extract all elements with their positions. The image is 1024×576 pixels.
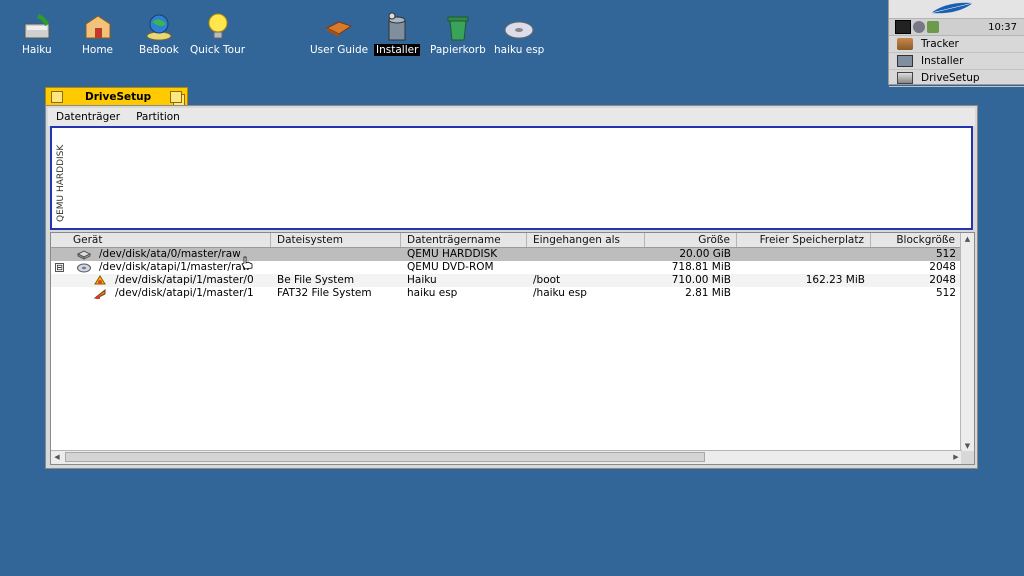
deskbar-menu-button[interactable]: [889, 0, 1024, 19]
scroll-left-arrow-icon[interactable]: ◀: [51, 451, 63, 463]
tracker-icon: [897, 38, 913, 50]
workspaces-icon[interactable]: [895, 20, 911, 34]
collapse-toggle[interactable]: ⊟: [55, 263, 64, 272]
scroll-up-arrow-icon[interactable]: ▲: [961, 233, 974, 245]
column-header-size[interactable]: Größe: [645, 233, 737, 247]
column-header-free-space[interactable]: Freier Speicherplatz: [737, 233, 871, 247]
column-header-filesystem[interactable]: Dateisystem: [271, 233, 401, 247]
user-guide-icon: [323, 12, 355, 42]
column-header-mounted-at[interactable]: Eingehangen als: [527, 233, 645, 247]
table-row[interactable]: ⊟ /dev/disk/atapi/1/master/raw QEMU DVD-…: [51, 261, 962, 274]
network-icon[interactable]: [913, 21, 925, 33]
desktop-icon-user-guide[interactable]: User Guide: [308, 12, 370, 56]
deskbar-clock[interactable]: 10:37: [988, 22, 1017, 33]
horizontal-scrollbar[interactable]: ◀ ▶: [51, 450, 962, 464]
haiku-volume-icon: [21, 12, 53, 42]
trash-icon: [442, 12, 474, 42]
list-header: Gerät Dateisystem Datenträgername Eingeh…: [51, 233, 962, 248]
harddisk-icon: [77, 250, 91, 260]
table-row[interactable]: /dev/disk/atapi/1/master/0 Be File Syste…: [51, 274, 962, 287]
installer-icon: [897, 55, 913, 67]
drivesetup-window: Datenträger Partition QEMU HARDDISK Gerä…: [45, 105, 978, 469]
cdrom-icon: [77, 263, 91, 273]
deskbar-item-tracker[interactable]: Tracker: [889, 36, 1024, 53]
desktop-icon-haiku[interactable]: Haiku: [20, 12, 54, 56]
table-row[interactable]: /dev/disk/ata/0/master/raw QEMU HARDDISK…: [51, 248, 962, 261]
deskbar: 10:37 Tracker Installer DriveSetup: [888, 0, 1024, 87]
table-row[interactable]: /dev/disk/atapi/1/master/1 FAT32 File Sy…: [51, 287, 962, 300]
disk-map-view[interactable]: QEMU HARDDISK: [50, 126, 973, 230]
close-button[interactable]: [51, 90, 63, 103]
drivesetup-icon: [897, 72, 913, 84]
menu-partition[interactable]: Partition: [128, 111, 188, 123]
desktop-icon-papierkorb[interactable]: Papierkorb: [428, 12, 488, 56]
deskbar-item-drivesetup[interactable]: DriveSetup: [889, 70, 1024, 87]
disk-map-label: QEMU HARDDISK: [56, 144, 66, 222]
hand-cursor-icon: [241, 256, 253, 270]
deskbar-item-installer[interactable]: Installer: [889, 53, 1024, 70]
home-folder-icon: [82, 12, 114, 42]
desktop-icon-haiku-esp[interactable]: haiku esp: [492, 12, 546, 56]
bfs-partition-icon: [94, 275, 106, 285]
desktop-icon-home[interactable]: Home: [80, 12, 115, 56]
horizontal-scroll-thumb[interactable]: [65, 452, 705, 462]
desktop-icon-quick-tour[interactable]: Quick Tour: [188, 12, 247, 56]
installer-icon: [381, 12, 413, 42]
zoom-button[interactable]: [170, 91, 182, 103]
vertical-scrollbar[interactable]: ▲ ▼: [960, 233, 974, 452]
window-tab[interactable]: DriveSetup: [45, 87, 188, 105]
deskbar-tray: 10:37: [889, 19, 1024, 36]
bebook-icon: [143, 12, 175, 42]
column-header-device[interactable]: Gerät: [67, 233, 271, 247]
column-header-block-size[interactable]: Blockgröße: [871, 233, 962, 247]
menu-bar: Datenträger Partition: [48, 108, 975, 126]
desktop-icon-bebook[interactable]: BeBook: [137, 12, 181, 56]
menu-datentraeger[interactable]: Datenträger: [48, 111, 128, 123]
desktop-icon-installer[interactable]: Installer: [374, 12, 421, 56]
cd-volume-icon: [503, 12, 535, 42]
column-header-volume-name[interactable]: Datenträgername: [401, 233, 527, 247]
partition-list: Gerät Dateisystem Datenträgername Eingeh…: [50, 232, 975, 465]
fat-partition-icon: [93, 288, 106, 299]
quick-tour-icon: [202, 12, 234, 42]
scroll-corner: [961, 451, 974, 464]
process-controller-icon[interactable]: [927, 21, 939, 33]
haiku-leaf-icon: [930, 2, 974, 14]
window-title: DriveSetup: [85, 90, 152, 103]
